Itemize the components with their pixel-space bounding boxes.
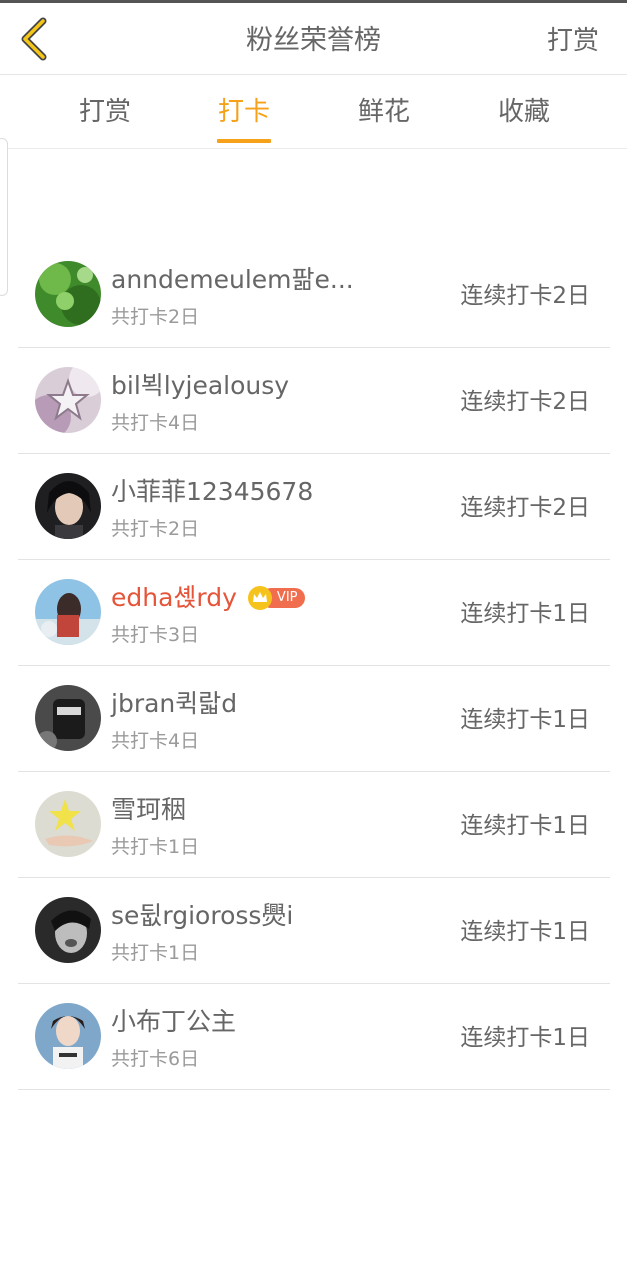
- total-checkins: 共打卡3日: [111, 624, 200, 646]
- avatar: [35, 261, 101, 327]
- fan-row[interactable]: 小菲菲12345678 共打卡2日 连续打卡2日: [18, 454, 610, 560]
- page-title: 粉丝荣誉榜: [246, 25, 381, 56]
- vip-badge: VIP: [247, 586, 305, 610]
- streak-days: 连续打卡1日: [460, 707, 590, 733]
- streak-days: 连续打卡1日: [460, 813, 590, 839]
- avatar: [35, 897, 101, 963]
- fan-row[interactable]: edha셵rdy VIP 共打卡3日 连续打卡1日: [18, 560, 610, 666]
- tab-reward[interactable]: 打赏: [55, 75, 155, 148]
- avatar: [35, 367, 101, 433]
- avatar: [35, 579, 101, 645]
- streak-days: 连续打卡2日: [460, 283, 590, 309]
- fan-row[interactable]: 雪珂秵 共打卡1日 连续打卡1日: [18, 772, 610, 878]
- fan-name: 雪珂秵: [111, 795, 187, 824]
- side-panel-edge: [0, 138, 8, 296]
- tab-label: 鲜花: [357, 97, 410, 127]
- tab-bar: 打赏 打卡 鲜花 收藏: [0, 75, 627, 149]
- total-checkins: 共打卡1日: [111, 836, 200, 858]
- fan-row[interactable]: 小布丁公主 共打卡6日 连续打卡1日: [18, 984, 610, 1090]
- total-checkins: 共打卡2日: [111, 518, 200, 540]
- tab-label: 打赏: [78, 97, 131, 127]
- streak-days: 连续打卡1日: [460, 1025, 590, 1051]
- fan-name: anndemeulem팖e...: [111, 265, 354, 294]
- total-checkins: 共打卡6日: [111, 1048, 200, 1070]
- reward-button[interactable]: 打赏: [547, 3, 599, 75]
- fan-row[interactable]: jbran퀵랇d 共打卡4日 连续打卡1日: [18, 666, 610, 772]
- streak-days: 连续打卡1日: [460, 919, 590, 945]
- avatar: [35, 1003, 101, 1069]
- streak-days: 连续打卡2日: [460, 495, 590, 521]
- total-checkins: 共打卡2日: [111, 306, 200, 328]
- fan-name: 小布丁公主: [111, 1007, 237, 1036]
- fan-name: bil뵉lyjealousy: [111, 371, 290, 400]
- streak-days: 连续打卡1日: [460, 601, 590, 627]
- tab-checkin[interactable]: 打卡: [194, 75, 294, 148]
- tab-flowers[interactable]: 鲜花: [334, 75, 434, 148]
- total-checkins: 共打卡4日: [111, 730, 200, 752]
- tab-label: 收藏: [497, 97, 550, 127]
- fan-name: 小菲菲12345678: [111, 477, 314, 506]
- header-bar: 粉丝荣誉榜 打赏: [0, 3, 627, 75]
- avatar: [35, 791, 101, 857]
- fan-row[interactable]: anndemeulem팖e... 共打卡2日 连续打卡2日: [18, 242, 610, 348]
- fan-list: anndemeulem팖e... 共打卡2日 连续打卡2日 bil뵉lyjeal…: [18, 242, 610, 1090]
- fan-name: se뒶rgioross爂i: [111, 901, 294, 930]
- total-checkins: 共打卡1日: [111, 942, 200, 964]
- avatar: [35, 685, 101, 751]
- avatar: [35, 473, 101, 539]
- fan-row[interactable]: se뒶rgioross爂i 共打卡1日 连续打卡1日: [18, 878, 610, 984]
- tab-label: 打卡: [217, 97, 270, 127]
- crown-icon: [247, 586, 272, 610]
- active-tab-indicator: [217, 139, 271, 143]
- fan-row[interactable]: bil뵉lyjealousy 共打卡4日 连续打卡2日: [18, 348, 610, 454]
- tab-favorites[interactable]: 收藏: [474, 75, 574, 148]
- fan-name: jbran퀵랇d: [111, 689, 238, 718]
- total-checkins: 共打卡4日: [111, 412, 200, 434]
- fan-name: edha셵rdy: [111, 583, 237, 612]
- streak-days: 连续打卡2日: [460, 389, 590, 415]
